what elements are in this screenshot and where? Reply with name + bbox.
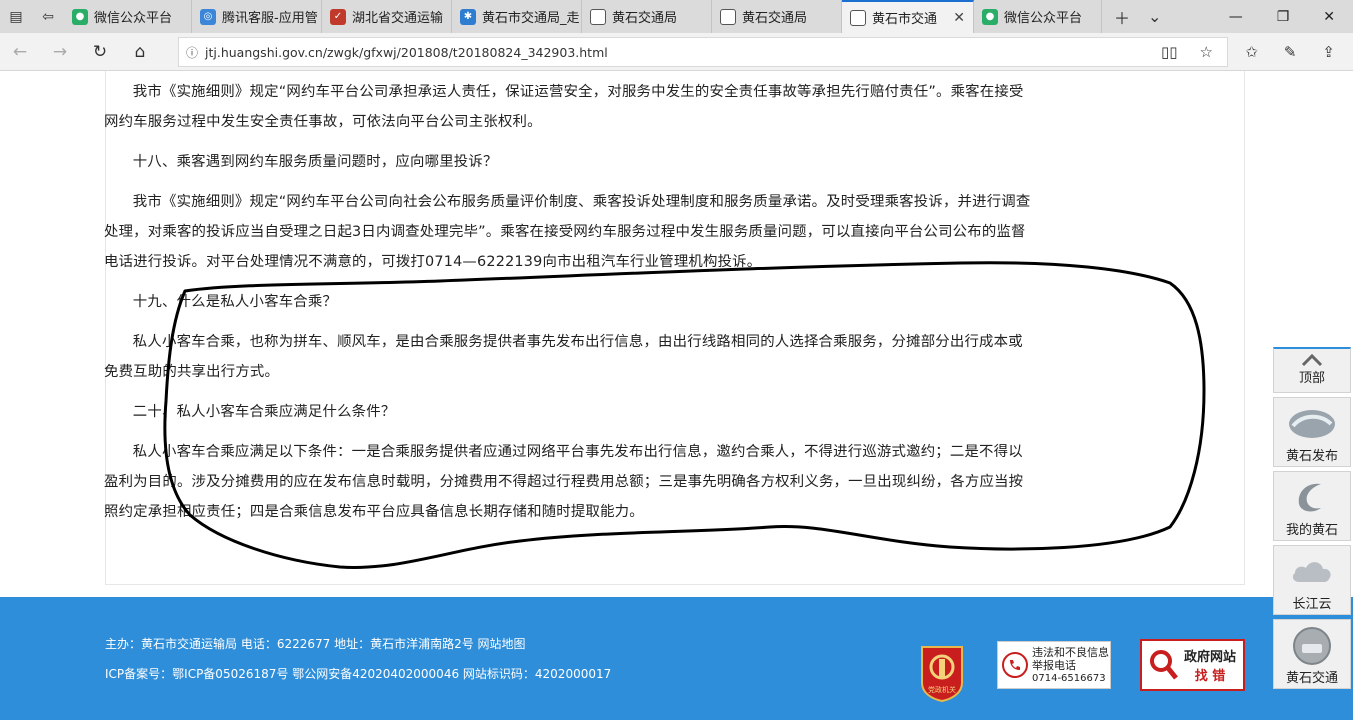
magnifier-icon bbox=[1150, 650, 1178, 680]
tab-title: 黄石交通局 bbox=[612, 11, 678, 26]
new-tab-icon[interactable]: ＋ bbox=[1114, 5, 1130, 29]
report-subtitle: 举报电话 bbox=[1032, 658, 1076, 672]
tencent-icon: ◎ bbox=[200, 8, 216, 25]
back-icon[interactable]: ← bbox=[0, 42, 40, 62]
close-tab-icon[interactable]: ✕ bbox=[953, 10, 965, 26]
huangshi-release-icon bbox=[1289, 410, 1335, 438]
page-icon bbox=[850, 9, 866, 26]
sidebar-item-label: 我的黄石 bbox=[1285, 523, 1338, 538]
footer-icp-line: ICP备案号：鄂ICP备05026187号 鄂公网安备4202040200004… bbox=[105, 667, 612, 681]
cloud-icon bbox=[1292, 562, 1331, 582]
floating-sidebar: 顶部 黄石发布 我的黄石 长江云 黄石交通 bbox=[1273, 347, 1351, 691]
wechat-icon: ● bbox=[982, 8, 998, 25]
browser-tab[interactable]: ◎ 腾讯客服-应用管 bbox=[192, 0, 322, 33]
chevron-down-icon[interactable]: ⌄ bbox=[1148, 7, 1161, 26]
restore-icon[interactable]: ❐ bbox=[1277, 9, 1290, 25]
tab-preview-icon[interactable]: ⇦ bbox=[32, 0, 64, 33]
tab-title: 黄石市交通 bbox=[872, 12, 938, 27]
hubei-transport-icon: ✓ bbox=[330, 8, 346, 25]
my-huangshi-icon bbox=[1298, 483, 1321, 512]
home-icon[interactable]: ⌂ bbox=[120, 42, 160, 62]
favorite-star-icon[interactable]: ☆ bbox=[1200, 43, 1213, 61]
wechat-icon: ● bbox=[72, 8, 88, 25]
gov-site-error-report-badge[interactable]: 政府网站 找 错 bbox=[1140, 639, 1245, 691]
report-phone: 0714-6516673 bbox=[1032, 672, 1106, 684]
section-heading: 二十、私人小客车合乘应满足什么条件？ bbox=[132, 404, 396, 420]
forward-icon[interactable]: → bbox=[40, 42, 80, 62]
tab-title: 湖北省交通运输 bbox=[352, 11, 444, 26]
article-paragraph: 我市《实施细则》规定“网约车平台公司承担承运人责任，保证运营安全，对服务中发生的… bbox=[104, 84, 1024, 130]
refresh-icon[interactable]: ↻ bbox=[80, 42, 120, 62]
favorites-hub-icon[interactable]: ✩ bbox=[1245, 43, 1258, 61]
govfix-action: 找 错 bbox=[1194, 669, 1226, 684]
tab-title: 腾讯客服-应用管 bbox=[222, 11, 318, 26]
section-heading: 十八、乘客遇到网约车服务质量问题时，应向哪里投诉？ bbox=[132, 154, 498, 170]
info-icon[interactable]: ⓘ bbox=[179, 44, 205, 61]
sidebar-item-huangshi-transport[interactable]: 黄石交通 bbox=[1273, 619, 1351, 689]
chevron-up-icon bbox=[1301, 353, 1323, 367]
sidebar-item-label: 黄石交通 bbox=[1285, 671, 1338, 686]
url-field[interactable]: ⓘ jtj.huangshi.gov.cn/zwgk/gfxwj/201808/… bbox=[178, 37, 1228, 67]
party-government-badge[interactable]: 党政机关 bbox=[918, 645, 966, 703]
sidebar-item-my-huangshi[interactable]: 我的黄石 bbox=[1273, 471, 1351, 541]
browser-tab[interactable]: ✓ 湖北省交通运输 bbox=[322, 0, 452, 33]
tab-title: 黄石市交通局_走 bbox=[482, 11, 580, 26]
govfix-title: 政府网站 bbox=[1184, 650, 1237, 665]
tab-title: 微信公众平台 bbox=[94, 11, 173, 26]
illegal-info-report-badge[interactable]: 违法和不良信息 举报电话 0714-6516673 bbox=[997, 641, 1111, 689]
browser-tab-active[interactable]: 黄石市交通 ✕ bbox=[842, 0, 974, 33]
tab-title: 微信公众平台 bbox=[1004, 11, 1083, 26]
share-icon[interactable]: ⇪ bbox=[1322, 43, 1335, 61]
tab-title: 黄石交通局 bbox=[742, 11, 808, 26]
browser-tab[interactable]: 黄石交通局 bbox=[582, 0, 712, 33]
phone-icon bbox=[1002, 652, 1028, 678]
back-to-top-button[interactable]: 顶部 bbox=[1273, 347, 1351, 393]
article-paragraph: 我市《实施细则》规定“网约车平台公司向社会公布服务质量评价制度、乘客投诉处理制度… bbox=[104, 194, 1031, 270]
sidebar-item-label: 长江云 bbox=[1292, 597, 1332, 612]
page-icon bbox=[590, 8, 606, 25]
page-viewport: 我市《实施细则》规定“网约车平台公司承担承运人责任，保证运营安全，对服务中发生的… bbox=[0, 71, 1353, 720]
article-paragraph: 私人小客车合乘应满足以下条件：一是合乘服务提供者应通过网络平台事先发布出行信息，… bbox=[104, 444, 1024, 520]
browser-tab[interactable]: ● 微信公众平台 bbox=[974, 0, 1102, 33]
url-text: jtj.huangshi.gov.cn/zwgk/gfxwj/201808/t2… bbox=[205, 44, 608, 60]
back-to-top-label: 顶部 bbox=[1298, 371, 1325, 386]
report-title: 违法和不良信息 bbox=[1032, 645, 1109, 659]
article-paragraph: 私人小客车合乘，也称为拼车、顺风车，是由合乘服务提供者事先发布出行信息，由出行线… bbox=[104, 334, 1023, 380]
footer-contact-line: 主办：黄石市交通运输局 电话：6222677 地址：黄石市洋浦南路2号 网站地图 bbox=[105, 637, 526, 651]
page-icon bbox=[720, 8, 736, 25]
browser-tab[interactable]: ● 微信公众平台 bbox=[64, 0, 192, 33]
browser-tab-bar: ▤ ⇦ ● 微信公众平台 ◎ 腾讯客服-应用管 ✓ 湖北省交通运输 ✱ 黄石市交… bbox=[0, 0, 1353, 33]
section-heading: 十九、什么是私人小客车合乘？ bbox=[132, 294, 338, 310]
close-window-icon[interactable]: ✕ bbox=[1323, 9, 1335, 25]
huangshi-transport-icon bbox=[1293, 627, 1331, 665]
sidebar-item-label: 黄石发布 bbox=[1285, 449, 1338, 464]
web-note-icon[interactable]: ✎ bbox=[1284, 43, 1297, 61]
sidebar-item-huangshi-release[interactable]: 黄石发布 bbox=[1273, 397, 1351, 467]
sidebar-item-changjiang-cloud[interactable]: 长江云 bbox=[1273, 545, 1351, 615]
party-badge-label: 党政机关 bbox=[928, 686, 956, 694]
minimize-icon[interactable]: — bbox=[1229, 9, 1243, 25]
site-footer: 主办：黄石市交通运输局 电话：6222677 地址：黄石市洋浦南路2号 网站地图… bbox=[0, 597, 1353, 720]
browser-tab[interactable]: ✱ 黄石市交通局_走 bbox=[452, 0, 582, 33]
gov-site-icon: ✱ bbox=[460, 8, 476, 25]
address-toolbar: ← → ↻ ⌂ ⓘ jtj.huangshi.gov.cn/zwgk/gfxwj… bbox=[0, 33, 1353, 71]
reading-view-icon[interactable]: ▯▯ bbox=[1161, 43, 1178, 61]
browser-tab[interactable]: 黄石交通局 bbox=[712, 0, 842, 33]
set-aside-tabs-icon[interactable]: ▤ bbox=[0, 0, 32, 33]
